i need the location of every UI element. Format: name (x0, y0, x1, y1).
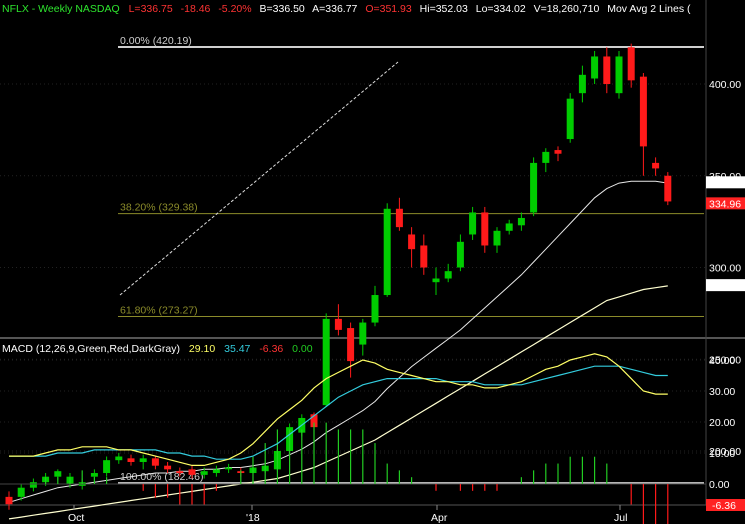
candle-down (627, 47, 635, 81)
candle-up (54, 471, 62, 477)
candle-down (639, 76, 647, 147)
candle-down (603, 56, 611, 84)
macd-tick-label: 40.00 (709, 355, 735, 367)
candle-up (566, 98, 574, 140)
header-line: NFLX - Weekly NASDAQ L=336.75 -18.46 -5.… (2, 3, 691, 15)
last-price: L=336.75 (129, 3, 173, 15)
symbol-label: NFLX - Weekly NASDAQ (2, 3, 120, 15)
low-value: Lo=334.02 (476, 3, 526, 15)
macd-value: 29.10 (189, 343, 215, 355)
candle-down (164, 465, 172, 470)
candle-down (554, 150, 562, 154)
candle-up (591, 56, 599, 79)
stock-chart: 0.00% (420.19) 38.20% (329.38) 61.80% (273… (0, 0, 745, 524)
candle-up (469, 212, 477, 235)
high-value: Hi=352.03 (420, 3, 468, 15)
candle-up (383, 208, 391, 296)
candle-up (371, 295, 379, 323)
time-tick-label: Jul (614, 512, 627, 524)
candle-up (225, 467, 233, 470)
candle-up (505, 223, 513, 231)
candle-down (481, 212, 489, 246)
candle-down (652, 162, 660, 169)
price-tag-label: 334.96 (709, 198, 741, 210)
candle-down (176, 471, 184, 474)
candle-down (334, 318, 342, 330)
candle-up (212, 469, 220, 474)
macd-tick-label: 10.00 (709, 448, 735, 460)
volume-value: V=18,260,710 (534, 3, 600, 15)
candle-up (456, 241, 464, 268)
candle-up (578, 74, 586, 94)
candle-down (127, 458, 135, 463)
signal-value: 35.47 (224, 343, 250, 355)
candle-down (395, 208, 403, 228)
candle-down (664, 175, 672, 202)
price-tag-label: 346.43 (709, 177, 741, 189)
candle-up (530, 162, 538, 213)
candle-down (5, 496, 13, 505)
candle-up (517, 217, 525, 226)
change-percent: -5.20% (218, 3, 251, 15)
change-value: -18.46 (181, 3, 211, 15)
candle-up (200, 471, 208, 475)
candle-up (17, 487, 25, 497)
zero-value: 0.00 (292, 343, 313, 355)
bid-value: B=336.50 (260, 3, 305, 15)
macd-tick-label: 20.00 (709, 417, 735, 429)
candle-down (347, 328, 355, 362)
candle-up (29, 482, 37, 488)
candle-up (493, 230, 501, 246)
candle-down (151, 458, 159, 466)
ask-value: A=336.77 (312, 3, 357, 15)
candle-down (420, 245, 428, 268)
macd-header: MACD (12,26,9,Green,Red,DarkGray) 29.10 … (2, 343, 313, 355)
candle-up (615, 56, 623, 94)
macd-hist-tag: -6.36 (712, 500, 736, 512)
candle-up (90, 473, 98, 477)
candle-up (115, 456, 123, 461)
candle-up (432, 278, 440, 283)
fib-label: 38.20% (329.38) (120, 202, 198, 214)
candle-up (444, 271, 452, 279)
fib-label: 61.80% (273.27) (120, 305, 198, 317)
macd-name: MACD (12,26,9,Green,Red,DarkGray) (2, 343, 180, 355)
candle-up (542, 151, 550, 163)
candle-down (188, 469, 196, 475)
candle-down (408, 234, 416, 250)
price-tag-label: 290.39 (709, 280, 741, 292)
price-tick-label: 400.00 (709, 79, 741, 91)
macd-tick-label: 0.00 (709, 479, 730, 491)
time-tick-label: '18 (246, 512, 260, 524)
hist-value: -6.36 (259, 343, 283, 355)
overlay-label: Mov Avg 2 Lines ( (607, 3, 691, 15)
candle-up (139, 458, 147, 463)
candle-up (359, 322, 367, 345)
candle-up (103, 460, 111, 474)
fib-label: 0.00% (420.19) (120, 35, 192, 47)
time-tick-label: Apr (431, 512, 448, 524)
open-value: O=351.93 (365, 3, 412, 15)
time-tick-label: Oct (68, 512, 84, 524)
macd-tick-label: 30.00 (709, 386, 735, 398)
price-tick-label: 300.00 (709, 263, 741, 275)
candle-up (322, 318, 330, 406)
